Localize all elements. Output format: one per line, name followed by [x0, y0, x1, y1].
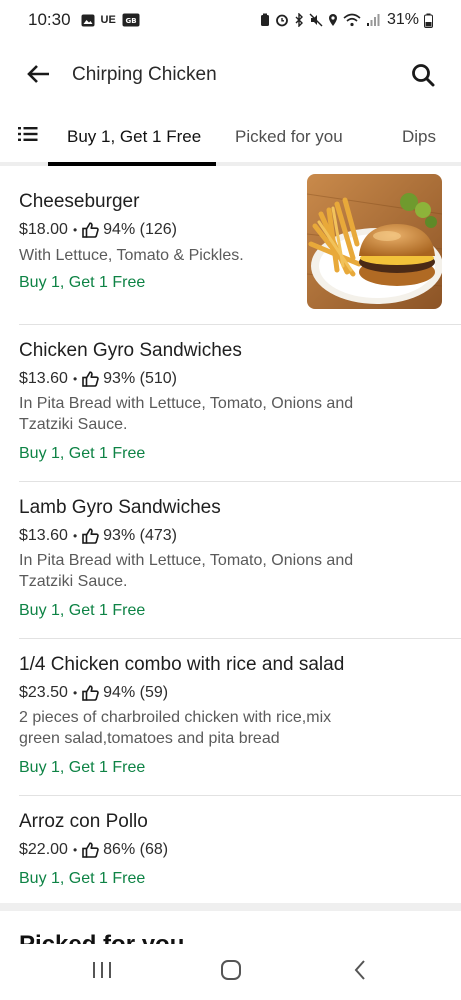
menu-item[interactable]: Lamb Gyro Sandwiches $13.60 • 93% (473) … — [0, 482, 461, 637]
system-back-button[interactable] — [345, 959, 375, 986]
item-name: Lamb Gyro Sandwiches — [19, 497, 221, 518]
item-meta: $23.50 • 94% (59) — [19, 684, 168, 702]
menu-item[interactable]: 1/4 Chicken combo with rice and salad $2… — [0, 639, 461, 794]
svg-text:GB: GB — [125, 17, 136, 25]
item-promo: Buy 1, Get 1 Free — [19, 274, 146, 291]
item-meta: $13.60 • 93% (510) — [19, 370, 177, 388]
item-rating: 93% (473) — [103, 527, 177, 544]
active-tab-indicator — [48, 162, 216, 166]
list-icon — [18, 127, 38, 146]
back-chevron-icon — [353, 959, 367, 986]
item-meta: $13.60 • 93% (473) — [19, 527, 177, 545]
item-name: 1/4 Chicken combo with rice and salad — [19, 654, 345, 675]
status-bar: 10:30 UE GB 31% — [0, 0, 461, 40]
item-price: $13.60 — [19, 527, 68, 544]
battery-saver-icon — [260, 13, 270, 27]
recents-icon — [91, 960, 113, 985]
back-button[interactable] — [24, 62, 54, 90]
tab-picked-for-you[interactable]: Picked for you — [235, 127, 343, 147]
location-icon — [328, 13, 338, 27]
system-nav-bar — [0, 944, 461, 1000]
signal-icon — [366, 13, 380, 27]
item-name: Cheeseburger — [19, 191, 140, 212]
menu-item[interactable]: Arroz con Pollo $22.00 • 86% (68) Buy 1,… — [0, 796, 461, 902]
home-icon — [220, 959, 242, 986]
meta-separator: • — [72, 686, 78, 700]
section-heading: Picked for you — [19, 928, 184, 944]
thumbs-up-icon — [82, 222, 99, 238]
image-icon — [81, 14, 95, 27]
item-description: In Pita Bread with Lettuce, Tomato, Onio… — [19, 395, 354, 433]
thumbs-up-icon — [82, 842, 99, 858]
item-meta: $22.00 • 86% (68) — [19, 841, 168, 859]
item-price: $22.00 — [19, 841, 68, 858]
item-description: 2 pieces of charbroiled chicken with ric… — [19, 709, 332, 747]
item-rating: 94% (59) — [103, 684, 169, 701]
battery-percent: 31% — [386, 11, 419, 28]
search-button[interactable] — [408, 62, 438, 92]
item-promo: Buy 1, Get 1 Free — [19, 870, 146, 887]
item-promo: Buy 1, Get 1 Free — [19, 759, 146, 776]
menu-item[interactable]: Cheeseburger $18.00 • 94% (126) With Let… — [0, 174, 461, 324]
alarm-icon — [275, 13, 289, 27]
item-name: Arroz con Pollo — [19, 811, 148, 832]
section-separator — [0, 903, 461, 911]
meta-separator: • — [72, 223, 78, 237]
item-meta: $18.00 • 94% (126) — [19, 221, 177, 239]
meta-separator: • — [72, 372, 78, 386]
item-promo: Buy 1, Get 1 Free — [19, 602, 146, 619]
menu-item[interactable]: Chicken Gyro Sandwiches $13.60 • 93% (51… — [0, 325, 461, 480]
item-price: $18.00 — [19, 221, 68, 238]
item-description: In Pita Bread with Lettuce, Tomato, Onio… — [19, 552, 354, 590]
home-button[interactable] — [216, 959, 246, 986]
item-price: $13.60 — [19, 370, 68, 387]
status-time: 10:30 — [28, 10, 71, 29]
ue-icon: UE — [100, 14, 116, 26]
search-icon — [411, 63, 435, 92]
thumbs-up-icon — [82, 528, 99, 544]
thumbs-up-icon — [82, 371, 99, 387]
bluetooth-icon — [294, 13, 304, 27]
item-rating: 93% (510) — [103, 370, 177, 387]
wifi-icon — [343, 13, 361, 27]
tab-buy-1-get-1-free[interactable]: Buy 1, Get 1 Free — [67, 127, 201, 147]
category-tabs: Buy 1, Get 1 Free Picked for you Dips — [0, 112, 461, 166]
arrow-left-icon — [27, 64, 51, 89]
meta-separator: • — [72, 843, 78, 857]
item-name: Chicken Gyro Sandwiches — [19, 340, 242, 361]
cheeseburger-photo — [307, 174, 442, 309]
category-list-button[interactable] — [18, 126, 40, 146]
tab-dips[interactable]: Dips — [402, 127, 436, 147]
mute-icon — [309, 13, 323, 27]
item-rating: 94% (126) — [103, 221, 177, 238]
meta-separator: • — [72, 529, 78, 543]
store-header: Chirping Chicken — [0, 50, 461, 102]
store-title: Chirping Chicken — [72, 64, 217, 85]
sim-badge-icon: GB — [122, 13, 140, 27]
recents-button[interactable] — [87, 960, 117, 984]
item-price: $23.50 — [19, 684, 68, 701]
item-rating: 86% (68) — [103, 841, 169, 858]
item-promo: Buy 1, Get 1 Free — [19, 445, 146, 462]
battery-icon — [424, 13, 433, 28]
thumbs-up-icon — [82, 685, 99, 701]
